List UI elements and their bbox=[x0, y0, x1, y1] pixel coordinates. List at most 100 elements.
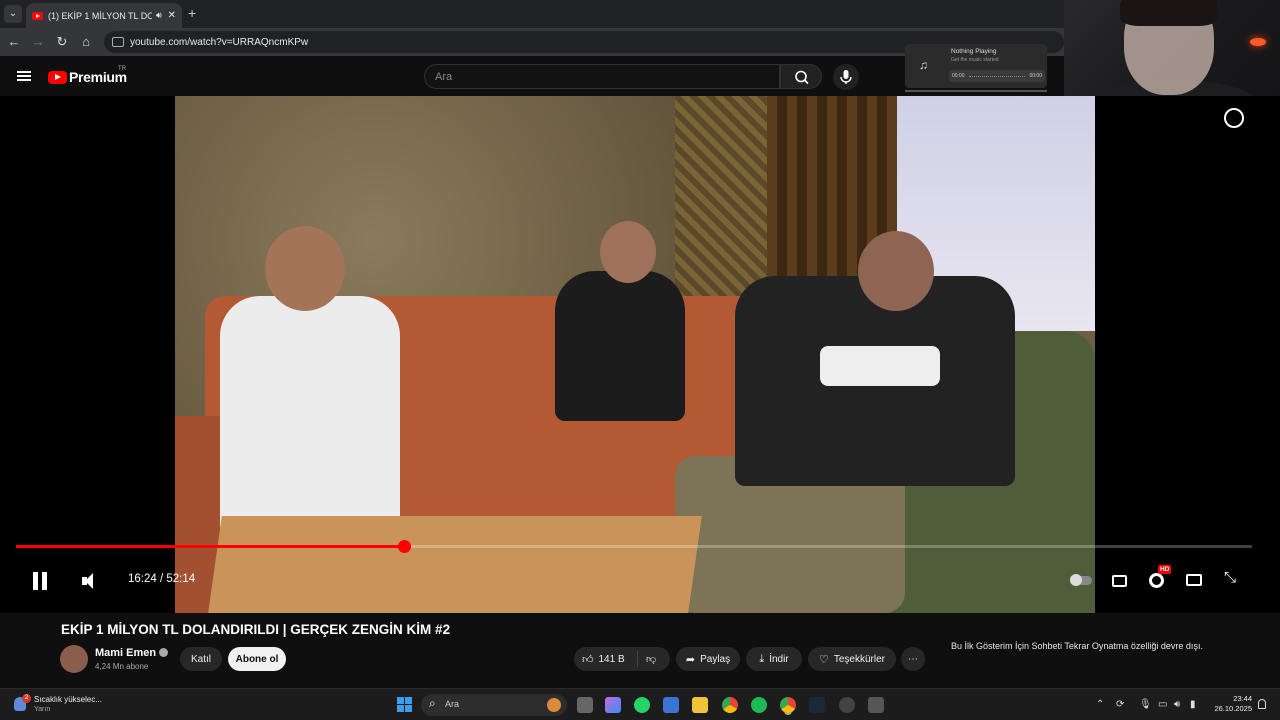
clock-date: 26.10.2025 bbox=[1214, 704, 1252, 713]
download-button[interactable]: ⤓ İndir bbox=[746, 647, 802, 671]
scene-table bbox=[208, 516, 702, 613]
back-button[interactable]: ← bbox=[6, 34, 22, 49]
settings-button[interactable] bbox=[1149, 573, 1164, 588]
steam-icon[interactable] bbox=[809, 697, 825, 713]
file-explorer-icon[interactable] bbox=[692, 697, 708, 713]
clock-time: 23:44 bbox=[1233, 694, 1252, 703]
scene-person-left-head bbox=[265, 226, 345, 311]
thanks-label: Teşekkürler bbox=[833, 653, 885, 665]
media-time-end: 00:00 bbox=[1029, 73, 1042, 79]
copilot-icon[interactable] bbox=[605, 697, 621, 713]
tray-mic-icon[interactable]: 🎙︎ bbox=[1139, 699, 1152, 710]
notification-icon[interactable] bbox=[1258, 699, 1266, 709]
share-button[interactable]: ➦ Paylaş bbox=[676, 647, 740, 671]
store-icon[interactable] bbox=[663, 697, 679, 713]
progress-played bbox=[16, 545, 405, 548]
volume-tray-icon[interactable]: 🔊︎ bbox=[1174, 699, 1180, 710]
chrome-icon[interactable] bbox=[722, 697, 738, 713]
volume-button[interactable] bbox=[82, 572, 98, 590]
weather-widget[interactable]: 2 Sıcaklık yükselec... Yarın bbox=[12, 693, 112, 717]
like-button[interactable]: 👍︎ 141 B 👎︎ bbox=[574, 647, 670, 671]
time-separator: / bbox=[156, 573, 167, 585]
reload-button[interactable]: ↻ bbox=[54, 34, 70, 50]
scene-person-left bbox=[220, 296, 400, 536]
voice-search-button[interactable] bbox=[833, 64, 859, 90]
media-status: Nothing Playing bbox=[951, 48, 997, 55]
windows-taskbar: 2 Sıcaklık yükselec... Yarın Ara ⌃ ⟳ 🎙︎ … bbox=[0, 688, 1280, 720]
media-subtitle: Get the music started bbox=[951, 57, 999, 63]
thumbs-up-icon: 👍︎ bbox=[582, 653, 594, 666]
video-frame[interactable] bbox=[175, 96, 1095, 613]
video-title: EKİP 1 MİLYON TL DOLANDIRILDI | GERÇEK Z… bbox=[61, 622, 451, 637]
verified-icon bbox=[159, 648, 169, 657]
microphone-icon bbox=[840, 70, 852, 84]
scene-person-right-head bbox=[858, 231, 934, 311]
media-widget[interactable]: ♫ Nothing Playing Get the music started … bbox=[905, 44, 1047, 92]
thanks-icon: ♡ bbox=[818, 653, 829, 666]
hd-badge: HD bbox=[1158, 565, 1172, 574]
info-icon[interactable] bbox=[1224, 108, 1244, 128]
youtube-play-icon bbox=[48, 70, 67, 84]
join-button[interactable]: Katıl bbox=[180, 647, 222, 671]
tab-search-button[interactable]: ⌄ bbox=[4, 5, 22, 23]
new-tab-button[interactable]: + bbox=[188, 5, 196, 21]
youtube-favicon-icon bbox=[32, 11, 43, 20]
youtube-logo[interactable]: Premium TR bbox=[48, 66, 127, 85]
like-divider bbox=[637, 651, 638, 667]
speaker-icon[interactable]: 🔊︎ bbox=[156, 10, 162, 21]
network-icon[interactable]: ▭ bbox=[1158, 699, 1167, 710]
windows-start-icon[interactable] bbox=[397, 697, 412, 712]
live-chat-notice: Bu İlk Gösterim İçin Sohbeti Tekrar Oyna… bbox=[951, 641, 1203, 651]
miniplayer-button[interactable] bbox=[1186, 574, 1202, 586]
clock[interactable]: 23:44 26.10.2025 bbox=[1208, 694, 1252, 714]
subscriber-count: 4,24 Mn abone bbox=[95, 662, 149, 671]
thumbs-down-icon[interactable]: 👎︎ bbox=[646, 653, 656, 665]
site-info-icon[interactable] bbox=[112, 37, 124, 47]
home-button[interactable]: ⌂ bbox=[78, 34, 94, 49]
weather-title: Sıcaklık yükselec... bbox=[34, 695, 103, 704]
scene-hoodie-logo bbox=[820, 346, 940, 386]
duration: 52:14 bbox=[166, 573, 196, 585]
tab-close-button[interactable]: ✕ bbox=[168, 10, 176, 21]
share-label: Paylaş bbox=[700, 653, 731, 665]
browser-tab-active[interactable]: (1) EKİP 1 MİLYON TL DOLA 🔊︎ ✕ bbox=[26, 3, 182, 28]
sync-icon[interactable]: ⟳ bbox=[1116, 699, 1124, 710]
taskbar-search[interactable]: Ara bbox=[421, 694, 567, 716]
app-icon[interactable] bbox=[868, 697, 884, 713]
channel-avatar[interactable] bbox=[60, 645, 88, 673]
taskbar-search-label: Ara bbox=[445, 699, 460, 709]
weather-subtitle: Yarın bbox=[34, 706, 51, 713]
subtitles-button[interactable] bbox=[1112, 575, 1127, 587]
scene-person-middle bbox=[555, 271, 685, 421]
thanks-button[interactable]: ♡ Teşekkürler bbox=[808, 647, 896, 671]
weather-badge: 2 bbox=[22, 694, 31, 703]
time-display: 16:24 / 52:14 bbox=[128, 573, 195, 585]
webcam-hair bbox=[1120, 0, 1218, 26]
channel-name-text: Mami Emen bbox=[95, 647, 157, 659]
video-player[interactable]: 16:24 / 52:14 HD bbox=[0, 96, 1280, 613]
task-view-icon[interactable] bbox=[577, 697, 593, 713]
media-progress[interactable]: 00:00 00:00 bbox=[949, 70, 1045, 82]
more-actions-button[interactable]: ⋯ bbox=[901, 647, 925, 671]
progress-bar[interactable] bbox=[16, 540, 1252, 553]
search-button[interactable] bbox=[780, 64, 822, 89]
fullscreen-button[interactable] bbox=[1224, 569, 1239, 587]
menu-icon[interactable] bbox=[17, 71, 31, 81]
country-code: TR bbox=[118, 66, 126, 72]
share-icon: ➦ bbox=[685, 653, 696, 666]
progress-scrubber[interactable] bbox=[398, 540, 412, 553]
media-time-start: 00:00 bbox=[952, 73, 965, 79]
spotify-icon[interactable] bbox=[751, 697, 767, 713]
pause-button[interactable] bbox=[32, 572, 48, 590]
channel-name[interactable]: Mami Emen bbox=[95, 647, 169, 659]
obs-icon[interactable] bbox=[839, 697, 855, 713]
forward-button[interactable]: → bbox=[30, 34, 46, 49]
tray-overflow-icon[interactable]: ⌃ bbox=[1096, 699, 1104, 710]
autoplay-toggle[interactable] bbox=[1070, 574, 1092, 586]
current-time: 16:24 bbox=[128, 573, 157, 585]
subscribe-button[interactable]: Abone ol bbox=[228, 647, 286, 671]
search-input[interactable]: Ara bbox=[424, 64, 780, 89]
battery-icon[interactable]: ▮ bbox=[1190, 699, 1196, 710]
whatsapp-icon[interactable] bbox=[634, 697, 650, 713]
chrome-active-icon[interactable] bbox=[780, 697, 796, 713]
